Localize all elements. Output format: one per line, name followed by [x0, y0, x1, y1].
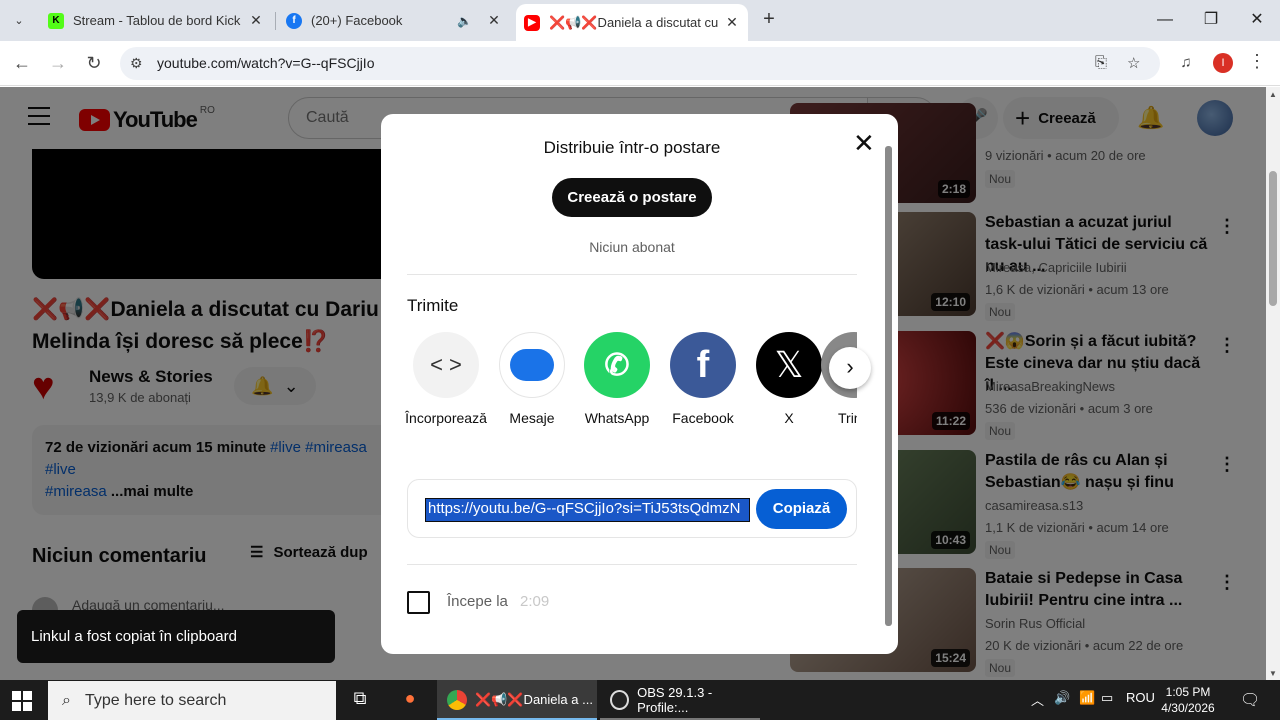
minimize-button[interactable]: —: [1150, 6, 1180, 34]
address-toolbar: ← → ↻ ⚙ youtube.com/watch?v=G--qFSCjjIo …: [0, 41, 1280, 86]
share-messages-button[interactable]: Mesaje: [489, 332, 575, 426]
windows-taskbar: ⌕ Type here to search ⧉ ● ❌📢❌Daniela a .…: [0, 680, 1280, 720]
start-at-checkbox[interactable]: [407, 591, 430, 614]
scrollbar-thumb[interactable]: [1269, 171, 1277, 306]
obs-icon: [610, 690, 630, 710]
profile-avatar[interactable]: I: [1213, 53, 1233, 73]
close-tab-icon[interactable]: ✕: [724, 14, 740, 31]
divider: [407, 564, 857, 565]
no-subscribers-text: Niciun abonat: [589, 239, 675, 255]
close-tab-icon[interactable]: ✕: [248, 12, 264, 29]
new-tab-button[interactable]: +: [758, 8, 780, 30]
search-icon: ⌕: [62, 691, 71, 709]
taskbar-search-input[interactable]: ⌕ Type here to search: [48, 681, 336, 720]
tab-separator: [275, 12, 276, 30]
share-whatsapp-button[interactable]: ✆ WhatsApp: [574, 332, 660, 426]
taskbar-obs-app[interactable]: OBS 29.1.3 - Profile:...: [600, 680, 760, 720]
close-window-button[interactable]: ✕: [1242, 6, 1272, 34]
scroll-down-arrow-icon[interactable]: ▼: [1269, 669, 1277, 678]
task-view-icon[interactable]: ⧉: [348, 688, 372, 712]
messages-icon: [499, 332, 565, 398]
start-at-time[interactable]: 2:09: [520, 593, 549, 610]
share-facebook-button[interactable]: f Facebook: [660, 332, 746, 426]
close-tab-icon[interactable]: ✕: [486, 12, 502, 29]
clipboard-toast: Linkul a fost copiat în clipboard: [17, 610, 335, 663]
dialog-scrollbar[interactable]: [885, 128, 892, 628]
url-text[interactable]: youtube.com/watch?v=G--qFSCjjIo: [157, 55, 374, 71]
battery-icon[interactable]: ▭: [1101, 690, 1113, 706]
close-icon[interactable]: ✕: [853, 130, 875, 156]
site-info-icon[interactable]: ⚙: [130, 55, 143, 72]
chevron-right-icon[interactable]: ›: [829, 347, 871, 389]
back-button[interactable]: ←: [9, 50, 35, 76]
speaker-icon[interactable]: 🔈: [457, 14, 472, 28]
start-at-label: Începe la: [447, 593, 508, 610]
tab-youtube[interactable]: ▶ ❌📢❌Daniela a discutat cu ✕: [516, 4, 748, 41]
share-link-box: https://youtu.be/G--qFSCjjIo?si=TiJ53tsQ…: [407, 479, 857, 538]
volume-icon[interactable]: 🔊: [1054, 690, 1070, 706]
browser-menu-icon[interactable]: ⋮: [1248, 51, 1266, 72]
browser-tab-bar: ⌄ K Stream - Tablou de bord Kick ✕ f (20…: [0, 0, 1280, 41]
share-dialog: Distribuie într-o postare ✕ Creează o po…: [381, 114, 898, 654]
facebook-icon: f: [670, 332, 736, 398]
page-scrollbar[interactable]: ▲ ▼: [1266, 87, 1280, 680]
youtube-page: YouTube RO Caută ⌕ 🎤 + Creează 🔔 ❌📢❌Dani…: [0, 87, 1280, 680]
embed-icon: < >: [413, 332, 479, 398]
taskbar-chrome-app[interactable]: ❌📢❌Daniela a ...: [437, 680, 597, 720]
windows-start-icon[interactable]: [12, 691, 32, 711]
scroll-up-arrow-icon[interactable]: ▲: [1269, 90, 1277, 99]
forward-button[interactable]: →: [45, 50, 71, 76]
whatsapp-icon: ✆: [584, 332, 650, 398]
show-hidden-icons-chevron-icon[interactable]: ︿: [1031, 690, 1044, 709]
send-header: Trimite: [407, 296, 459, 315]
media-control-icon[interactable]: ♫: [1173, 50, 1199, 76]
create-post-button[interactable]: Creează o postare: [552, 178, 712, 217]
bookmark-star-icon[interactable]: ☆: [1127, 54, 1140, 72]
facebook-icon: f: [286, 12, 302, 29]
omnibox[interactable]: ⚙ youtube.com/watch?v=G--qFSCjjIo ⎘ ☆: [120, 47, 1160, 80]
share-x-button[interactable]: 𝕏 X: [746, 332, 832, 426]
install-app-icon[interactable]: ⎘: [1095, 54, 1107, 71]
divider: [407, 274, 857, 275]
kick-icon: K: [48, 12, 64, 29]
dialog-title: Distribuie într-o postare: [543, 138, 721, 157]
chrome-icon: [447, 690, 467, 710]
restore-button[interactable]: ❐: [1196, 6, 1226, 34]
tab-kick[interactable]: K Stream - Tablou de bord Kick ✕: [40, 4, 272, 37]
x-icon: 𝕏: [756, 332, 822, 398]
dialog-scrollbar-thumb[interactable]: [885, 146, 892, 626]
reload-button[interactable]: ↻: [81, 50, 107, 76]
tab-search-icon[interactable]: ⌄: [6, 8, 32, 32]
tab-facebook[interactable]: f (20+) Facebook 🔈 ✕: [278, 4, 510, 37]
share-url-field[interactable]: https://youtu.be/G--qFSCjjIo?si=TiJ53tsQ…: [425, 498, 750, 522]
firefox-icon[interactable]: ●: [398, 688, 422, 712]
share-embed-button[interactable]: < > Încorporează: [403, 332, 489, 426]
copy-button[interactable]: Copiază: [756, 489, 847, 529]
system-clock[interactable]: 1:05 PM 4/30/2026: [1148, 684, 1228, 716]
youtube-icon: ▶: [524, 14, 540, 31]
notification-center-icon[interactable]: 🗨: [1240, 690, 1260, 710]
wifi-icon[interactable]: 📶: [1079, 690, 1095, 706]
